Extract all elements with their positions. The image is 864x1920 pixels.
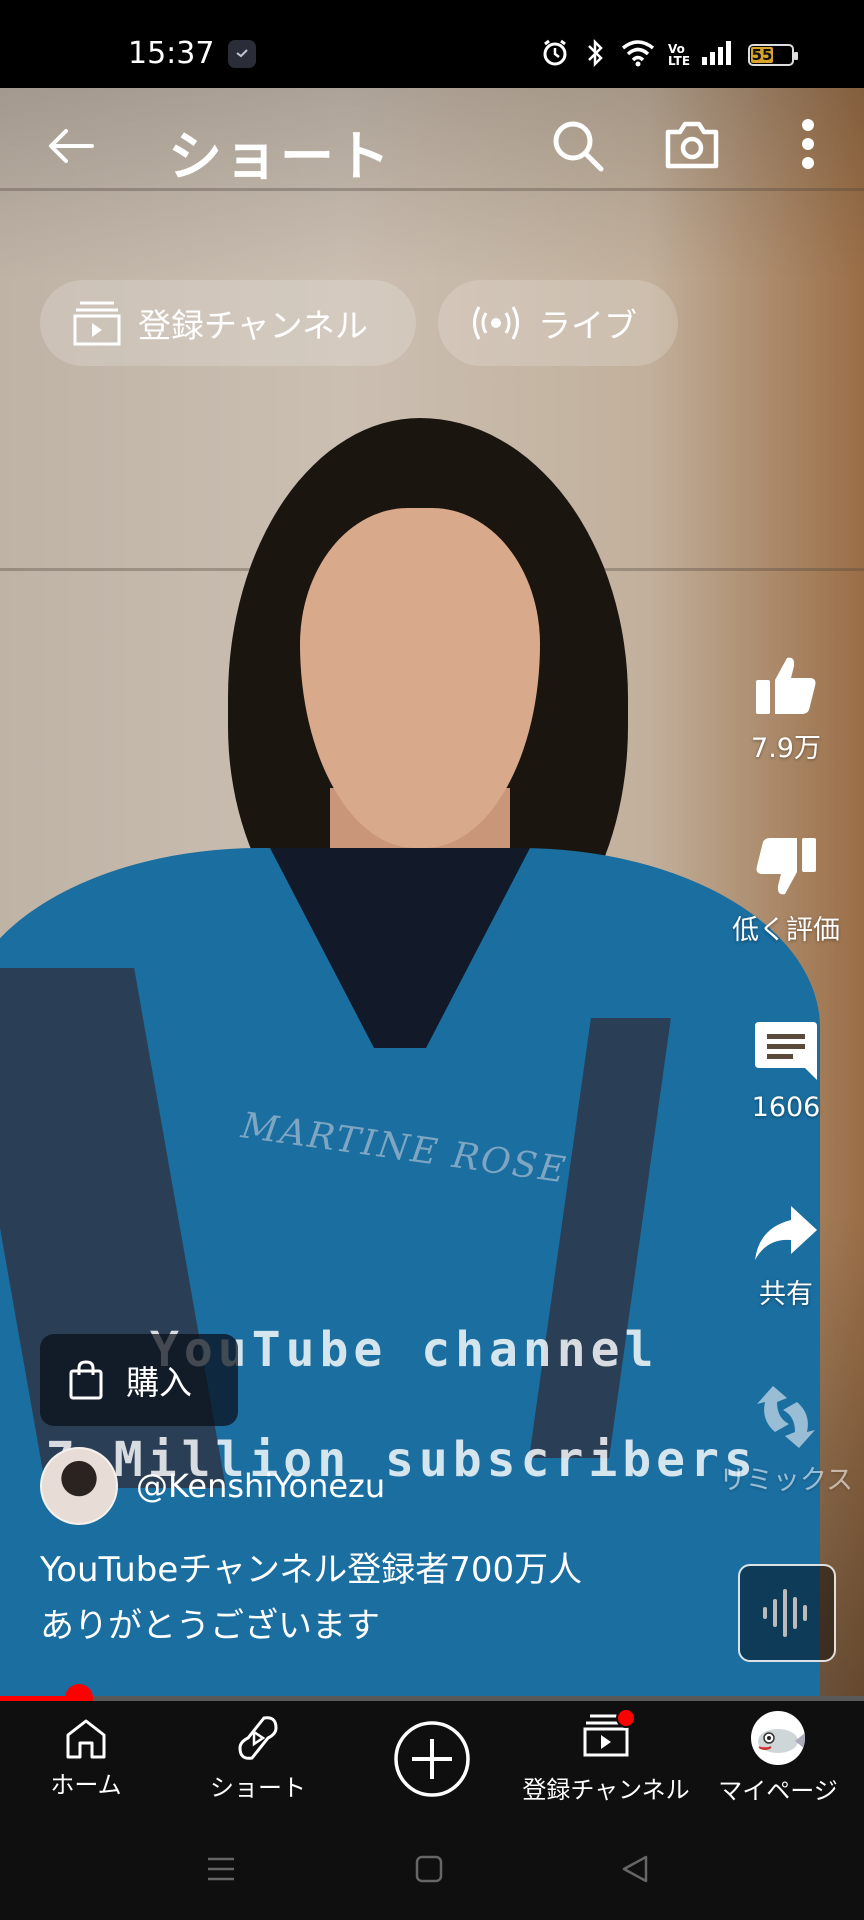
- search-button[interactable]: [546, 114, 608, 176]
- app-notification-icon: [228, 40, 256, 68]
- status-icons: Vo LTE 55: [540, 38, 798, 72]
- share-label: 共有: [759, 1279, 813, 1310]
- comments-button[interactable]: 1606: [726, 1018, 846, 1123]
- share-icon: [755, 1206, 817, 1260]
- system-navigation-bar: [0, 1816, 864, 1920]
- new-content-badge: [616, 1708, 636, 1728]
- volte-indicator: Vo LTE: [668, 42, 691, 68]
- dislike-button[interactable]: 低く評価: [726, 834, 846, 947]
- caption-line2: ありがとうございます: [40, 1606, 380, 1646]
- camera-button[interactable]: [662, 114, 722, 174]
- battery-icon: 55: [748, 44, 798, 66]
- battery-level: 55: [751, 46, 773, 64]
- recent-apps-icon: [208, 1857, 234, 1881]
- wifi-icon: [620, 38, 656, 72]
- video-caption[interactable]: YouTubeチャンネル登録者700万人 ありがとうございます: [40, 1542, 680, 1654]
- shopping-bag-icon: [69, 1360, 103, 1400]
- nav-shorts-label: ショート: [210, 1774, 306, 1802]
- bluetooth-icon: [582, 38, 608, 72]
- nav-home[interactable]: ホーム: [0, 1701, 172, 1816]
- home-icon: [66, 1719, 106, 1759]
- buy-label: 購入: [126, 1363, 192, 1402]
- buy-button[interactable]: 購入: [40, 1334, 238, 1426]
- channel-row[interactable]: @KenshiYonezu: [40, 1447, 385, 1525]
- sound-button[interactable]: [738, 1564, 836, 1662]
- more-vert-icon: [802, 119, 814, 169]
- audio-waveform-icon: [763, 1589, 807, 1637]
- back-system-button[interactable]: [618, 1852, 652, 1886]
- signal-icon: [700, 39, 736, 71]
- back-button[interactable]: [36, 116, 106, 176]
- caption-line1: YouTubeチャンネル登録者700万人: [40, 1550, 583, 1590]
- chip-live[interactable]: ライブ: [438, 280, 678, 366]
- thumb-down-icon: [756, 838, 816, 895]
- chip-subscriptions-label: 登録チャンネル: [138, 306, 369, 345]
- dislike-label: 低く評価: [732, 915, 840, 946]
- status-time: 15:37: [128, 36, 215, 71]
- nav-mypage[interactable]: マイページ: [692, 1701, 864, 1816]
- bottom-navigation: ホーム ショート 登録チャンネル マイページ: [0, 1701, 864, 1816]
- status-bar: 15:37 Vo LTE 55: [0, 0, 864, 88]
- chip-subscriptions[interactable]: 登録チャンネル: [40, 280, 416, 366]
- nav-create[interactable]: [346, 1701, 518, 1816]
- subscriptions-icon: [73, 301, 121, 346]
- fish-avatar-icon: [758, 1729, 805, 1753]
- comment-icon: [755, 1022, 817, 1080]
- channel-avatar[interactable]: [40, 1447, 118, 1525]
- thumb-up-icon: [756, 657, 816, 714]
- comment-count: 1606: [751, 1092, 821, 1123]
- share-button[interactable]: 共有: [726, 1202, 846, 1311]
- remix-label: リミックス: [718, 1465, 854, 1496]
- menu-button[interactable]: [204, 1852, 238, 1886]
- page-title: ショート: [168, 125, 392, 188]
- add-circle-icon: [394, 1720, 470, 1797]
- more-options-button[interactable]: [790, 114, 826, 174]
- nav-mypage-label: マイページ: [718, 1777, 838, 1805]
- nav-subscriptions-icon-wrap: [582, 1708, 636, 1764]
- channel-handle[interactable]: @KenshiYonezu: [136, 1467, 385, 1505]
- nav-subscriptions[interactable]: 登録チャンネル: [520, 1701, 692, 1816]
- remix-button[interactable]: リミックス: [719, 1384, 853, 1497]
- square-home-icon: [415, 1855, 443, 1883]
- live-icon: [473, 306, 519, 340]
- back-arrow-icon: [49, 129, 94, 163]
- alarm-icon: [540, 38, 570, 72]
- nav-home-label: ホーム: [50, 1771, 122, 1799]
- like-button[interactable]: 7.9万: [726, 652, 846, 765]
- chip-live-label: ライブ: [538, 306, 637, 345]
- search-icon: [553, 121, 604, 172]
- home-system-button[interactable]: [412, 1852, 446, 1886]
- camera-icon: [665, 121, 719, 169]
- my-avatar: [751, 1711, 805, 1765]
- like-count: 7.9万: [751, 733, 821, 764]
- nav-shorts[interactable]: ショート: [172, 1701, 344, 1816]
- triangle-back-icon: [622, 1855, 648, 1883]
- remix-icon: [757, 1386, 815, 1448]
- nav-subscriptions-label: 登録チャンネル: [522, 1776, 690, 1804]
- shorts-icon: [238, 1716, 278, 1760]
